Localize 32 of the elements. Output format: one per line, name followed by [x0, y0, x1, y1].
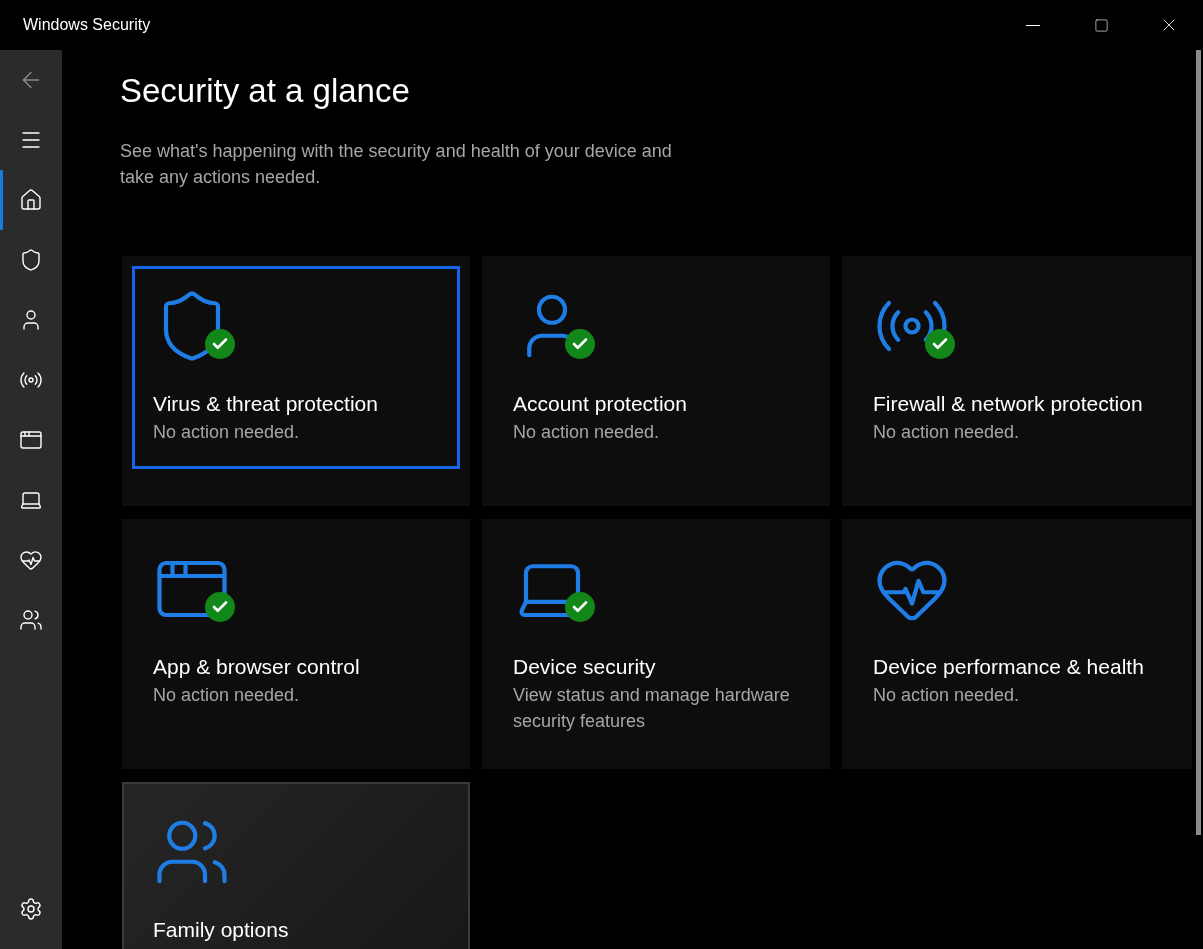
tile-title: App & browser control	[153, 654, 361, 680]
status-tile[interactable]: Virus & threat protection No action needed.	[122, 256, 470, 506]
status-tile[interactable]: Device security View status and manage hardware security features	[482, 519, 830, 769]
browser-window-icon	[19, 428, 43, 452]
status-tile[interactable]: Account protection No action needed.	[482, 256, 830, 506]
status-tile[interactable]: Family options	[122, 782, 470, 949]
tile-status: No action needed.	[153, 421, 301, 444]
tile-title: Virus & threat protection	[153, 391, 379, 417]
heart-pulse-icon	[19, 548, 43, 572]
status-tile[interactable]: Device performance & health No action needed.	[842, 519, 1192, 769]
settings-icon	[19, 897, 43, 921]
shield-icon	[19, 248, 43, 272]
home-icon	[19, 188, 43, 212]
status-tile[interactable]: App & browser control No action needed.	[122, 519, 470, 769]
tile-status: No action needed.	[513, 421, 661, 444]
tile-title: Device security	[513, 654, 657, 680]
status-tile[interactable]: Firewall & network protection No action needed.	[842, 256, 1192, 506]
minimize-icon	[1026, 24, 1040, 26]
tile-status: No action needed.	[873, 421, 1021, 444]
tile-status: View status and manage hardware security features	[513, 684, 791, 733]
scrollbar[interactable]	[1196, 50, 1201, 835]
people-icon	[19, 608, 43, 632]
tile-title: Account protection	[513, 391, 688, 417]
maximize-icon	[1093, 17, 1109, 33]
tile-title: Family options	[153, 917, 290, 943]
tile-status: No action needed.	[873, 684, 1021, 707]
window-title: Windows Security	[23, 16, 151, 34]
tile-title: Firewall & network protection	[873, 391, 1144, 417]
page-title: Security at a glance	[120, 72, 411, 110]
tile-status: No action needed.	[153, 684, 301, 707]
page-subtitle: See what's happening with the security and health of your device and take any actions needed.	[120, 140, 673, 189]
tile-title: Device performance & health	[873, 654, 1145, 680]
